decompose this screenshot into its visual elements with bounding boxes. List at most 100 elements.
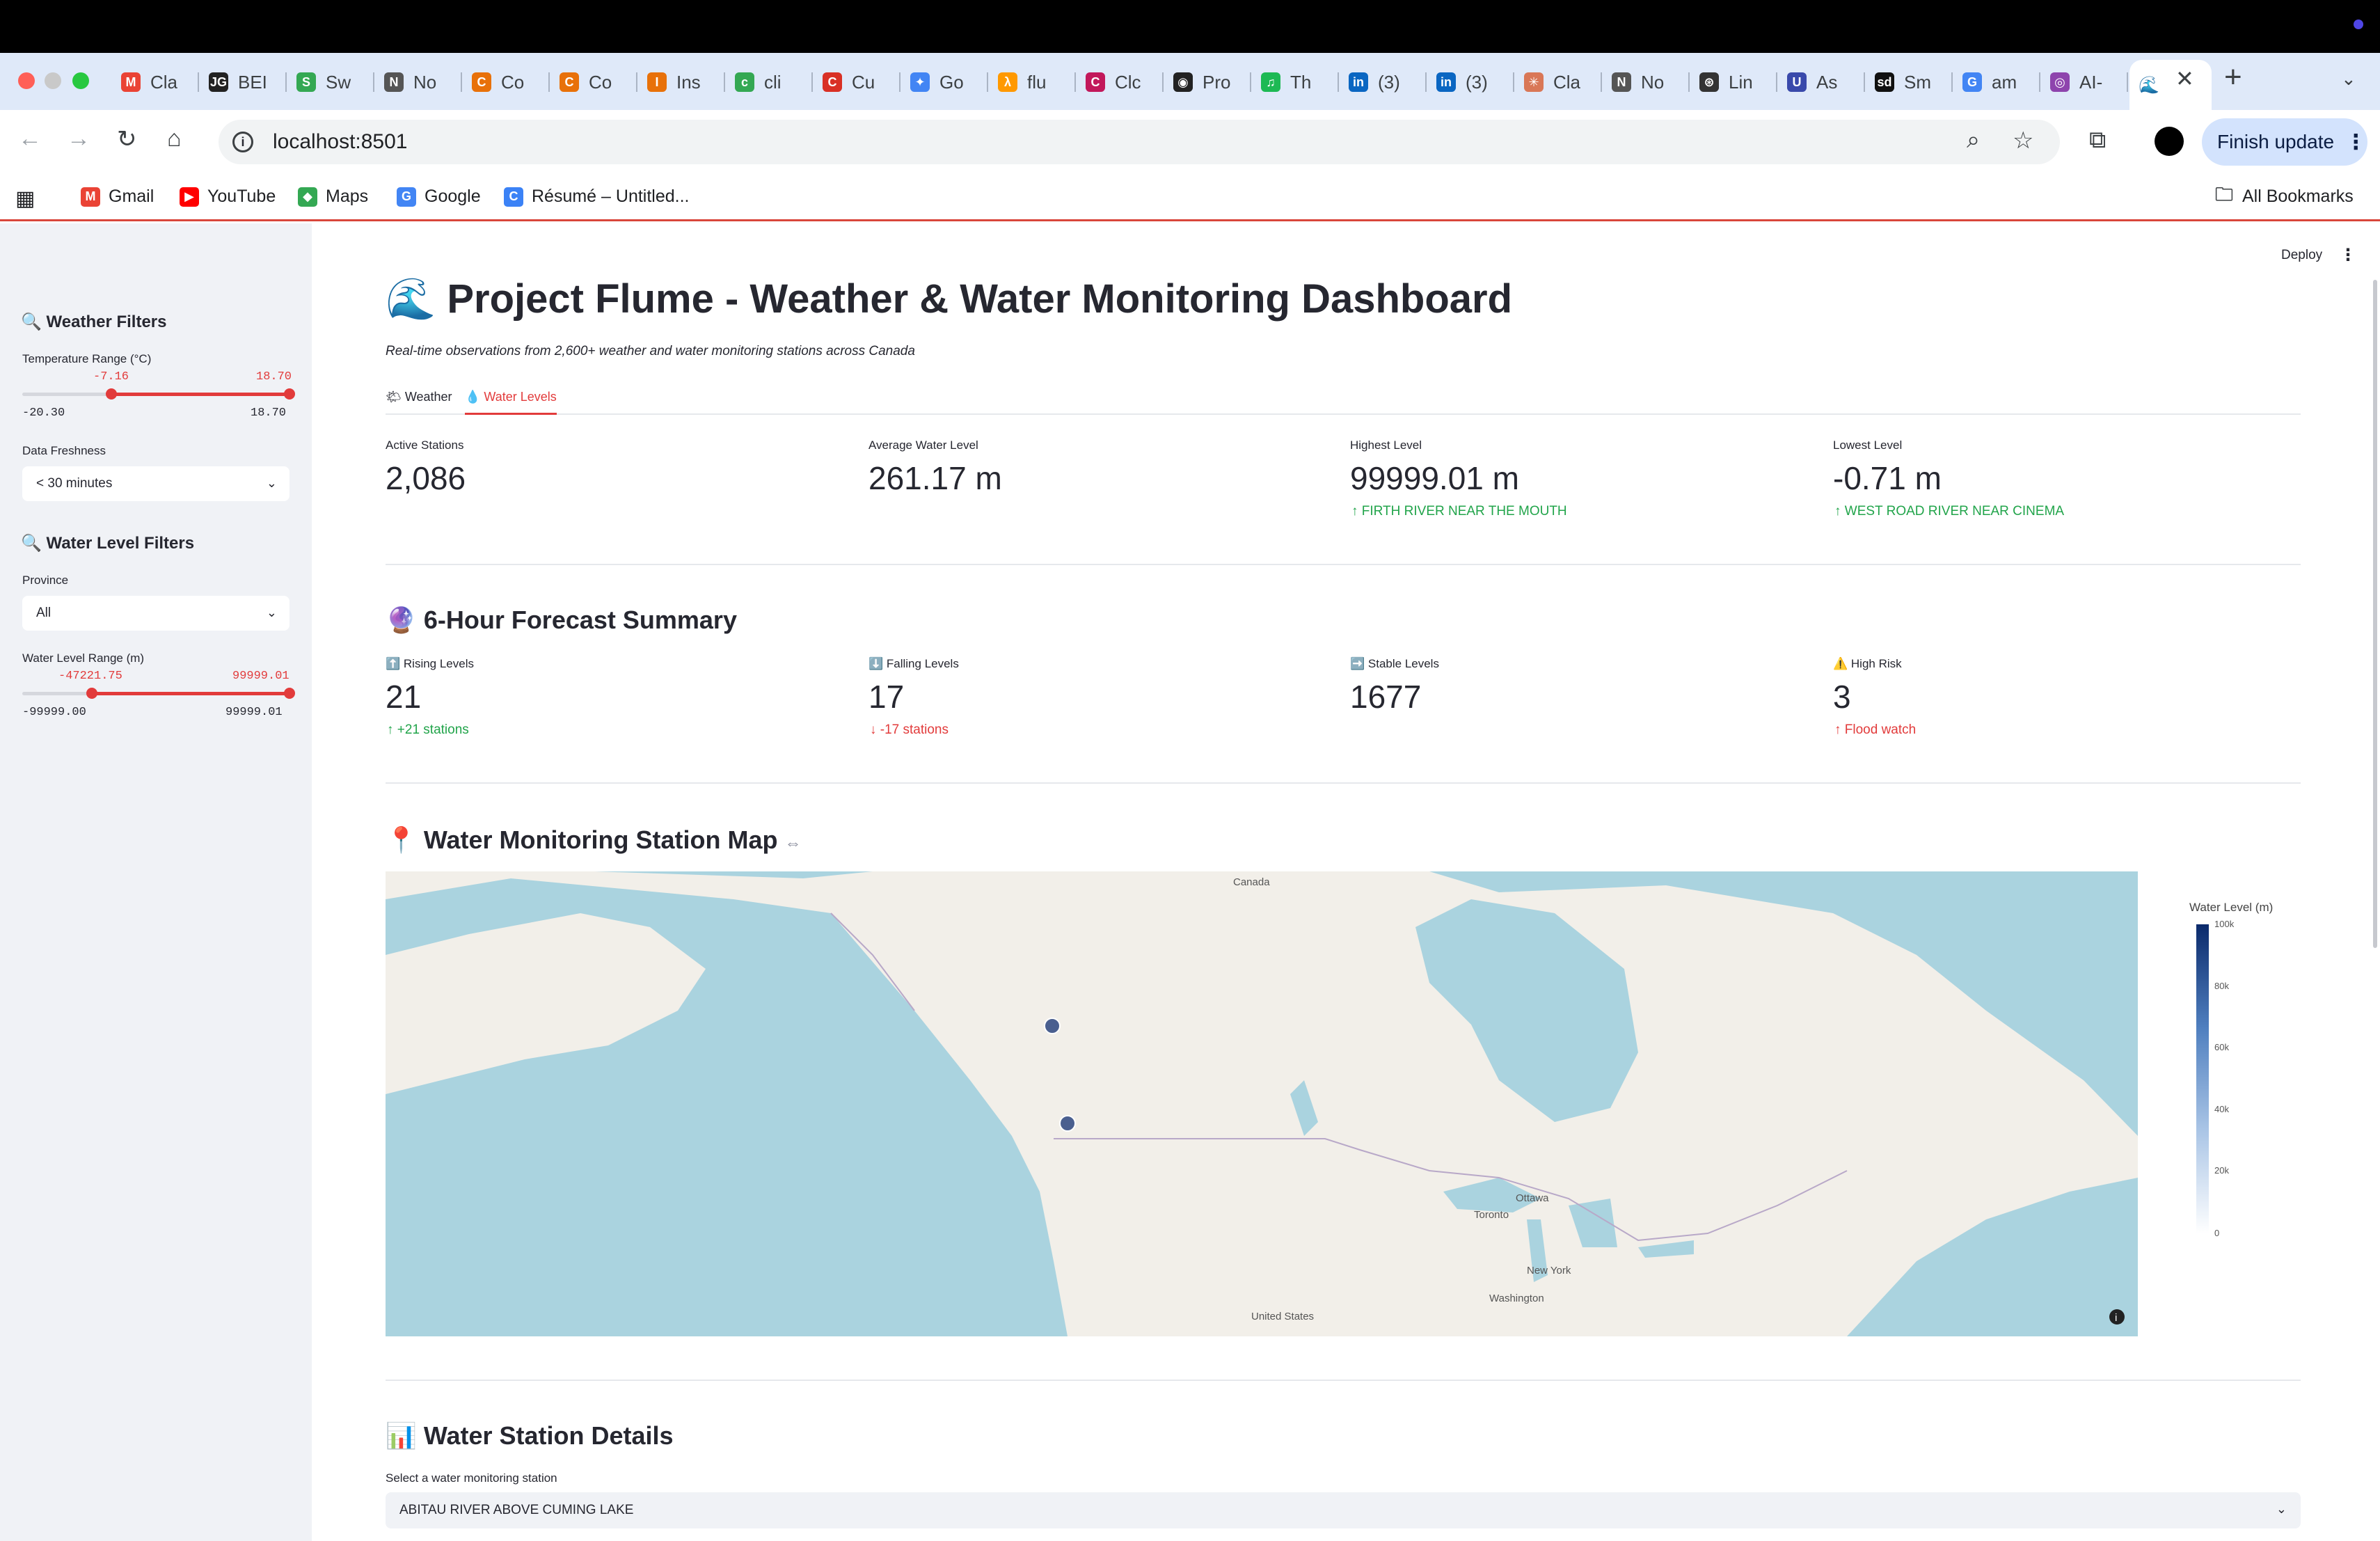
- water-slider-fill: [92, 692, 289, 695]
- divider: [386, 564, 2301, 565]
- tab-title: Co: [589, 71, 612, 93]
- minimize-window-button[interactable]: [45, 72, 61, 89]
- browser-tab[interactable]: in (3): [1427, 64, 1514, 100]
- browser-tab[interactable]: ◎ AI-: [2040, 64, 2128, 100]
- water-high-value: 99999.01: [232, 670, 289, 683]
- divider: [386, 782, 2301, 784]
- browser-tab[interactable]: C Co: [462, 64, 550, 100]
- main-menu-icon[interactable]: ⋮: [2340, 245, 2356, 265]
- station-marker[interactable]: [1059, 1115, 1076, 1132]
- bookmark-item[interactable]: C Résumé – Untitled...: [504, 187, 690, 207]
- back-icon[interactable]: ←: [18, 125, 42, 152]
- link-icon[interactable]: ⇔: [784, 834, 801, 853]
- home-icon[interactable]: ⌂: [167, 125, 182, 152]
- close-tab-icon[interactable]: ✕: [2175, 65, 2194, 92]
- tab-title: Cu: [852, 71, 875, 93]
- bookmark-icon: ▶: [180, 187, 199, 207]
- chevron-down-icon: ⌄: [2276, 1502, 2287, 1516]
- tab-favicon-icon: λ: [998, 72, 1017, 92]
- bookmark-label: YouTube: [207, 187, 276, 206]
- tab-search-chevron-icon[interactable]: ⌄: [2341, 68, 2356, 90]
- station-marker[interactable]: [1044, 1018, 1061, 1034]
- tab-favicon-icon: JG: [209, 72, 228, 92]
- temperature-low-thumb[interactable]: [106, 388, 117, 400]
- all-bookmarks[interactable]: 🗀 All Bookmarks: [2214, 184, 2354, 207]
- water-high-thumb[interactable]: [284, 688, 295, 699]
- browser-tab[interactable]: ⊛ Lin: [1690, 64, 1777, 100]
- browser-tab[interactable]: U As: [1777, 64, 1865, 100]
- station-select-label: Select a water monitoring station: [386, 1471, 557, 1485]
- bookmark-item[interactable]: ◆ Maps: [298, 187, 368, 207]
- temperature-range-label: Temperature Range (°C): [22, 352, 152, 365]
- tab-title: flu: [1027, 71, 1047, 93]
- site-info-icon[interactable]: i: [232, 132, 253, 152]
- browser-tab[interactable]: ✳ Cla: [1514, 64, 1602, 100]
- browser-tab[interactable]: JG BEI: [199, 64, 287, 100]
- browser-tab[interactable]: λ flu: [988, 64, 1076, 100]
- tab-title: Sm: [1904, 71, 1931, 93]
- chevron-down-icon: ⌄: [266, 476, 277, 490]
- scrollbar[interactable]: [2373, 280, 2377, 948]
- tab-water-levels[interactable]: 💧 Water Levels: [465, 390, 557, 415]
- apps-grid-icon[interactable]: ▦: [15, 187, 35, 211]
- browser-tab[interactable]: sd Sm: [1865, 64, 1953, 100]
- browser-tab[interactable]: ♫ Th: [1251, 64, 1339, 100]
- browser-tab[interactable]: N No: [1602, 64, 1690, 100]
- browser-tab[interactable]: S Sw: [287, 64, 374, 100]
- wave-icon: 🌊: [2139, 75, 2159, 95]
- finish-update-label: Finish update: [2217, 131, 2335, 152]
- tab-title: Ins: [676, 71, 701, 93]
- province-select[interactable]: All ⌄: [22, 596, 289, 631]
- metric-label: Lowest Level: [1833, 438, 1903, 452]
- colorbar: [2196, 924, 2209, 1233]
- tab-weather[interactable]: 🌤 Weather: [386, 390, 452, 415]
- os-top-bar: [0, 0, 2380, 53]
- colorbar-tick: 80k: [2214, 981, 2229, 991]
- forecast-delta: ↑ +21 stations: [387, 722, 469, 737]
- zoom-window-button[interactable]: [72, 72, 89, 89]
- map-label-canada: Canada: [1233, 876, 1270, 888]
- puzzle-icon[interactable]: ⧉: [2089, 127, 2106, 154]
- bookmark-item[interactable]: G Google: [397, 187, 481, 207]
- browser-tab[interactable]: I Ins: [637, 64, 725, 100]
- tab-separator: [2127, 72, 2128, 92]
- colorbar-tick: 100k: [2214, 919, 2235, 929]
- browser-tab[interactable]: in (3): [1339, 64, 1427, 100]
- deploy-button[interactable]: Deploy: [2281, 248, 2322, 263]
- bookmark-label: Google: [425, 187, 481, 206]
- browser-tab[interactable]: C Co: [550, 64, 637, 100]
- data-freshness-select[interactable]: < 30 minutes ⌄: [22, 466, 289, 501]
- new-tab-button[interactable]: +: [2224, 60, 2242, 95]
- bookmark-star-icon[interactable]: ☆: [2013, 127, 2033, 155]
- browser-tab[interactable]: C Cu: [813, 64, 901, 100]
- reload-icon[interactable]: ↻: [117, 125, 137, 153]
- finish-update-button[interactable]: Finish update ⋮: [2202, 118, 2367, 166]
- bookmark-item[interactable]: M Gmail: [81, 187, 154, 207]
- map-label-washington: Washington: [1489, 1293, 1544, 1304]
- temperature-high-thumb[interactable]: [284, 388, 295, 400]
- browser-tab[interactable]: C Clc: [1076, 64, 1164, 100]
- metric-value: 261.17 m: [868, 460, 1002, 496]
- browser-tab[interactable]: N No: [374, 64, 462, 100]
- station-map[interactable]: Canada Ottawa Toronto New York Washingto…: [386, 871, 2138, 1336]
- browser-tab[interactable]: Gam: [1953, 64, 2040, 100]
- data-freshness-label: Data Freshness: [22, 444, 106, 457]
- station-select[interactable]: ABITAU RIVER ABOVE CUMING LAKE ⌄: [386, 1492, 2301, 1528]
- tab-title: Cla: [150, 71, 178, 93]
- forward-icon[interactable]: →: [67, 125, 90, 152]
- address-bar[interactable]: i localhost:8501: [219, 120, 2060, 164]
- close-window-button[interactable]: [18, 72, 35, 89]
- metric-value: 2,086: [386, 460, 466, 496]
- tab-favicon-icon: C: [823, 72, 842, 92]
- browser-tab[interactable]: ◉ Pro: [1164, 64, 1251, 100]
- profile-avatar[interactable]: [2155, 127, 2184, 156]
- forecast-label: ➡️ Stable Levels: [1350, 657, 1439, 670]
- browser-tab[interactable]: ✦ Go: [901, 64, 988, 100]
- tab-favicon-icon: C: [560, 72, 579, 92]
- water-low-thumb[interactable]: [86, 688, 97, 699]
- active-tab[interactable]: 🌊: [2129, 60, 2212, 110]
- bookmark-item[interactable]: ▶ YouTube: [180, 187, 276, 207]
- browser-tab[interactable]: M Cla: [111, 64, 199, 100]
- browser-tab[interactable]: c cli: [725, 64, 813, 100]
- zoom-icon[interactable]: ⌕: [1967, 127, 1980, 154]
